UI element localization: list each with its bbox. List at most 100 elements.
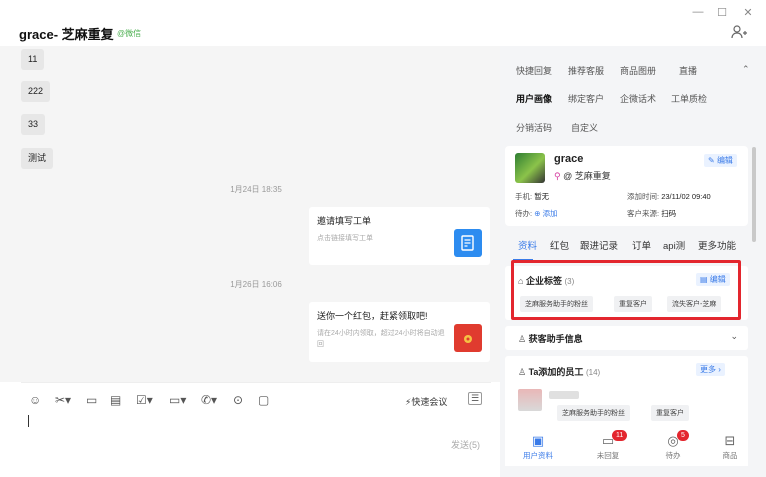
add-time-label: 添加时间: (627, 192, 660, 201)
card-subtitle: 点击链接填写工单 (317, 235, 373, 242)
tab-products[interactable]: 商品图册 (620, 64, 656, 77)
todo-add-button[interactable]: ⊕ 添加 (534, 209, 557, 218)
assistant-header: ♙ 获客助手信息 (518, 332, 583, 345)
user-card-icon: ▣ (531, 433, 545, 448)
ticket-card[interactable]: 邀请填写工单 点击链接填写工单 (309, 207, 490, 265)
nav-todo[interactable]: ◎ 待办 5 (643, 430, 703, 461)
image-icon[interactable]: ▭ (86, 393, 97, 407)
edit-label: 编辑 (716, 156, 733, 165)
checklist-icon[interactable]: ☑▾ (136, 393, 153, 407)
close-button[interactable]: ✕ (740, 6, 756, 19)
assistant-title: 获客助手信息 (528, 334, 583, 344)
scrollbar[interactable] (752, 147, 756, 242)
assistant-section[interactable]: ♙ 获客助手信息 ⌄ (505, 326, 748, 350)
chat-title: grace- 芝麻重复 (19, 27, 114, 42)
tab-bind-customer[interactable]: 绑定客户 (568, 92, 604, 105)
quick-meeting-label: 快速会议 (411, 397, 448, 407)
card-title: 邀请填写工单 (317, 216, 372, 226)
phone-value: 暂无 (534, 192, 550, 201)
more-icon[interactable]: ⊙ (233, 393, 243, 407)
person-icon: ♙ (518, 334, 527, 344)
tab-custom[interactable]: 自定义 (571, 121, 598, 134)
phone-label: 手机: (515, 192, 533, 201)
tag-chip: 芝麻服务助手的粉丝 (557, 405, 630, 421)
message-bubble: 222 (21, 81, 51, 102)
collapse-icon[interactable]: ⌃ (742, 64, 750, 75)
chat-icon: ▭ (601, 433, 615, 448)
todo-label: 待办: (515, 209, 533, 218)
minimize-button[interactable]: — (690, 6, 706, 18)
folder-icon[interactable]: ▭▾ (169, 393, 186, 407)
tab-info[interactable]: 资料 (518, 238, 537, 252)
profile-company: ⚲ @ 芝麻重复 (554, 169, 611, 182)
pin-icon: ⚲ (554, 171, 561, 181)
bottom-nav: ▣ 用户资料 ▭ 未回复 11 ◎ 待办 5 ⊟ 商品 (505, 430, 748, 466)
edit-profile-button[interactable]: ✎ 编辑 (704, 154, 737, 167)
scissors-icon[interactable]: ✂▾ (55, 393, 71, 407)
more-staff-button[interactable]: 更多 › (696, 363, 725, 376)
timestamp: 1月24日 18:35 (230, 185, 282, 194)
source-value: 扫码 (661, 209, 677, 218)
add-time-value: 23/11/02 09:40 (661, 192, 711, 201)
timestamp: 1月26日 16:06 (230, 280, 282, 289)
nav-label: 商品 (722, 451, 738, 460)
company-label: @ 芝麻重复 (563, 171, 611, 181)
app-window: — ☐ ✕ grace- 芝麻重复 @微信 11 222 33 测试 1月24日… (0, 0, 766, 477)
emoji-icon[interactable]: ☺ (29, 393, 41, 407)
send-button[interactable]: 发送(5) (451, 438, 480, 451)
red-packet-card[interactable]: 送你一个红包，赶紧领取吧! 请在24小时内领取，超过24小时将自动退回 (309, 302, 490, 362)
detail-tabs: 资料 红包 跟进记录 订单 api测 更多功能 (505, 238, 748, 258)
message-bubble: 11 (21, 49, 45, 70)
nav-label: 待办 (665, 451, 681, 460)
nav-unreplied[interactable]: ▭ 未回复 11 (578, 430, 638, 461)
todo-row: 待办: ⊕ 添加 (515, 208, 558, 219)
quick-meeting-button[interactable]: ⚡快速会议 (405, 395, 447, 408)
tab-api[interactable]: api测 (663, 238, 685, 252)
tag-chip: 重复客户 (651, 405, 689, 421)
avatar (515, 153, 545, 183)
nav-user-info[interactable]: ▣ 用户资料 (508, 432, 568, 461)
staff-header: ♙ Ta添加的员工 (14) (518, 365, 600, 378)
tab-orders[interactable]: 订单 (632, 238, 651, 252)
todo-icon: ◎ (667, 433, 679, 448)
add-time-row: 添加时间: 23/11/02 09:40 (627, 191, 711, 202)
maximize-button[interactable]: ☐ (714, 6, 730, 19)
nav-label: 未回复 (596, 451, 620, 460)
source-label: 客户来源: (627, 209, 660, 218)
chat-area: 11 222 33 测试 1月24日 18:35 邀请填写工单 点击链接填写工单… (0, 46, 500, 382)
todo-add-label: 添加 (542, 209, 558, 218)
card-subtitle: 请在24小时内领取，超过24小时将自动退回 (317, 330, 445, 348)
nav-products[interactable]: ⊟ 商品 (700, 432, 760, 461)
staff-count: (14) (585, 368, 601, 377)
screen-icon[interactable]: ▢ (258, 393, 269, 407)
message-bubble: 33 (21, 114, 46, 135)
staff-section: ♙ Ta添加的员工 (14) 更多 › 芝麻服务助手的粉丝 重复客户 (505, 356, 748, 434)
add-user-icon[interactable] (731, 25, 747, 42)
profile-name: grace (554, 153, 584, 165)
tab-more[interactable]: 更多功能 (698, 238, 736, 252)
staff-name-blurred (549, 391, 579, 399)
tab-red-packet[interactable]: 红包 (550, 238, 569, 252)
expand-icon[interactable]: ⌄ (730, 331, 738, 342)
red-packet-icon (454, 324, 482, 352)
staff-title: Ta添加的员工 (528, 367, 584, 377)
profile-card: grace ⚲ @ 芝麻重复 ✎ 编辑 手机: 暂无 添加时间: 23/11/0… (505, 146, 748, 226)
todo-badge: 5 (677, 430, 689, 441)
tab-quick-reply[interactable]: 快捷回复 (516, 64, 552, 77)
message-input-panel: ☺ ✂▾ ▭ ▤ ☑▾ ▭▾ ✆▾ ⊙ ▢ ⚡快速会议 ☰ 发送(5) (21, 382, 491, 465)
file-icon[interactable]: ▤ (110, 393, 121, 407)
text-caret[interactable] (28, 415, 29, 427)
tab-distribution[interactable]: 分销活码 (516, 121, 552, 134)
phone-icon[interactable]: ✆▾ (201, 393, 217, 407)
history-icon[interactable]: ☰ (468, 392, 483, 405)
person-icon: ♙ (518, 367, 527, 377)
tab-ticket-qc[interactable]: 工单质检 (671, 92, 707, 105)
tab-scripts[interactable]: 企微话术 (620, 92, 656, 105)
form-icon (454, 229, 482, 257)
tab-live[interactable]: 直播 (679, 64, 697, 77)
message-bubble: 测试 (21, 148, 54, 169)
phone-row: 手机: 暂无 (515, 191, 549, 202)
tab-follow-up[interactable]: 跟进记录 (580, 238, 618, 252)
tab-recommend[interactable]: 推荐客服 (568, 64, 604, 77)
tab-user-profile[interactable]: 用户画像 (516, 92, 552, 105)
